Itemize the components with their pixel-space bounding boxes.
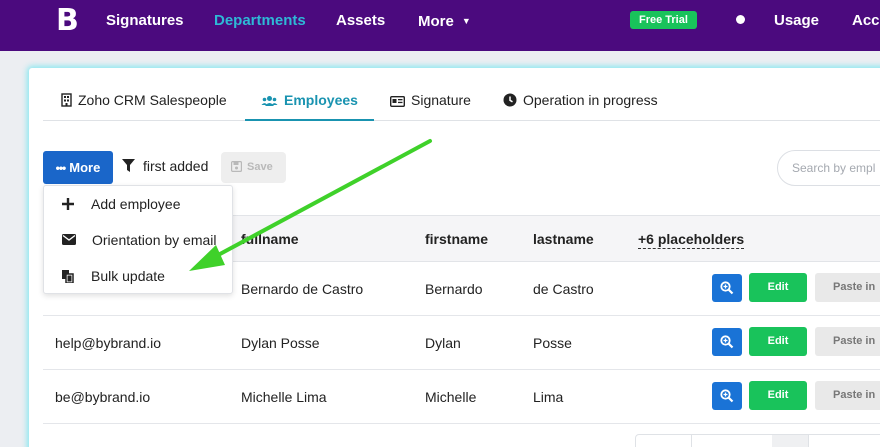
preview-button[interactable] (712, 274, 742, 302)
tab-signature[interactable]: Signature (389, 85, 471, 121)
filter-icon (122, 159, 135, 172)
column-fullname[interactable]: fullname (241, 230, 299, 248)
menu-item-label: Add employee (91, 196, 181, 212)
more-actions-button[interactable]: ••• More (43, 151, 113, 184)
tab-signature-label: Signature (411, 92, 471, 108)
tab-employees[interactable]: Employees (245, 85, 374, 121)
free-trial-badge[interactable]: Free Trial (630, 11, 697, 29)
edit-button[interactable]: Edit (749, 381, 807, 410)
pagination-divider (691, 435, 692, 447)
cell-firstname: Dylan (425, 335, 461, 351)
zoom-in-icon (720, 389, 734, 403)
cell-firstname: Bernardo (425, 281, 483, 297)
preview-button[interactable] (712, 382, 742, 410)
building-icon (61, 93, 72, 107)
save-button[interactable]: Save (221, 152, 286, 183)
pagination-current-page[interactable] (772, 435, 808, 447)
menu-item-label: Orientation by email (92, 232, 217, 248)
paste-button[interactable]: Paste in (815, 273, 880, 302)
floppy-icon (231, 161, 243, 173)
caret-down-icon: ▼ (461, 16, 471, 26)
table-row: be@bybrand.io Michelle Lima Michelle Lim… (43, 370, 880, 424)
cell-lastname: de Castro (533, 281, 594, 297)
more-actions-menu: Add employee Orientation by email Bulk u… (43, 185, 233, 294)
cell-email: help@bybrand.io (55, 335, 162, 351)
save-label: Save (247, 161, 273, 173)
cell-fullname: Michelle Lima (241, 389, 327, 405)
tab-zoho-crm-label: Zoho CRM Salespeople (78, 92, 227, 108)
tab-zoho-crm[interactable]: Zoho CRM Salespeople (61, 85, 227, 121)
cell-fullname: Dylan Posse (241, 335, 320, 351)
filter-control[interactable]: first added (122, 157, 208, 175)
zoom-in-icon (720, 281, 734, 295)
nav-more-label: More (418, 13, 454, 30)
clock-icon (503, 93, 517, 107)
pagination (635, 434, 880, 447)
users-icon (261, 96, 278, 106)
cell-firstname: Michelle (425, 389, 477, 405)
envelope-icon (62, 234, 76, 245)
bybrand-logo[interactable]: B (56, 6, 79, 36)
nav-more[interactable]: More ▼ (418, 11, 471, 31)
cell-fullname: Bernardo de Castro (241, 281, 364, 297)
nav-account[interactable]: Acc (852, 11, 880, 31)
table-row: help@bybrand.io Dylan Posse Dylan Posse … (43, 316, 880, 370)
cell-email: be@bybrand.io (55, 389, 151, 405)
column-lastname[interactable]: lastname (533, 230, 594, 248)
nav-assets[interactable]: Assets (336, 11, 385, 31)
cell-lastname: Lima (533, 389, 564, 405)
more-placeholders-link[interactable]: +6 placeholders (638, 230, 745, 249)
tab-operation-label: Operation in progress (523, 92, 658, 108)
ellipsis-icon: ••• (55, 161, 67, 175)
pagination-divider (808, 435, 809, 447)
menu-item-bulk-update[interactable]: Bulk update (44, 261, 232, 291)
cell-lastname: Posse (533, 335, 572, 351)
column-firstname[interactable]: firstname (425, 230, 488, 248)
menu-item-label: Bulk update (91, 268, 165, 284)
paste-button[interactable]: Paste in (815, 327, 880, 356)
edit-button[interactable]: Edit (749, 327, 807, 356)
edit-button[interactable]: Edit (749, 273, 807, 302)
id-card-icon (389, 95, 406, 108)
tab-employees-label: Employees (284, 92, 358, 108)
more-actions-label: More (69, 160, 101, 175)
paste-button[interactable]: Paste in (815, 381, 880, 410)
copy-icon (62, 270, 74, 283)
preview-button[interactable] (712, 328, 742, 356)
filter-label: first added (143, 158, 209, 174)
status-dot (736, 15, 745, 24)
nav-departments[interactable]: Departments (214, 11, 306, 31)
plus-icon (62, 198, 74, 210)
top-navbar: B Signatures Departments Assets More ▼ Fr… (0, 0, 880, 51)
menu-item-add-employee[interactable]: Add employee (44, 189, 232, 219)
search-input[interactable]: Search by empl (777, 150, 880, 186)
nav-signatures[interactable]: Signatures (106, 11, 184, 31)
zoom-in-icon (720, 335, 734, 349)
menu-item-orientation-email[interactable]: Orientation by email (44, 225, 232, 255)
tab-bar: Zoho CRM Salespeople Employees Signature… (43, 85, 880, 121)
tab-operation[interactable]: Operation in progress (503, 85, 658, 121)
nav-usage[interactable]: Usage (774, 11, 819, 31)
